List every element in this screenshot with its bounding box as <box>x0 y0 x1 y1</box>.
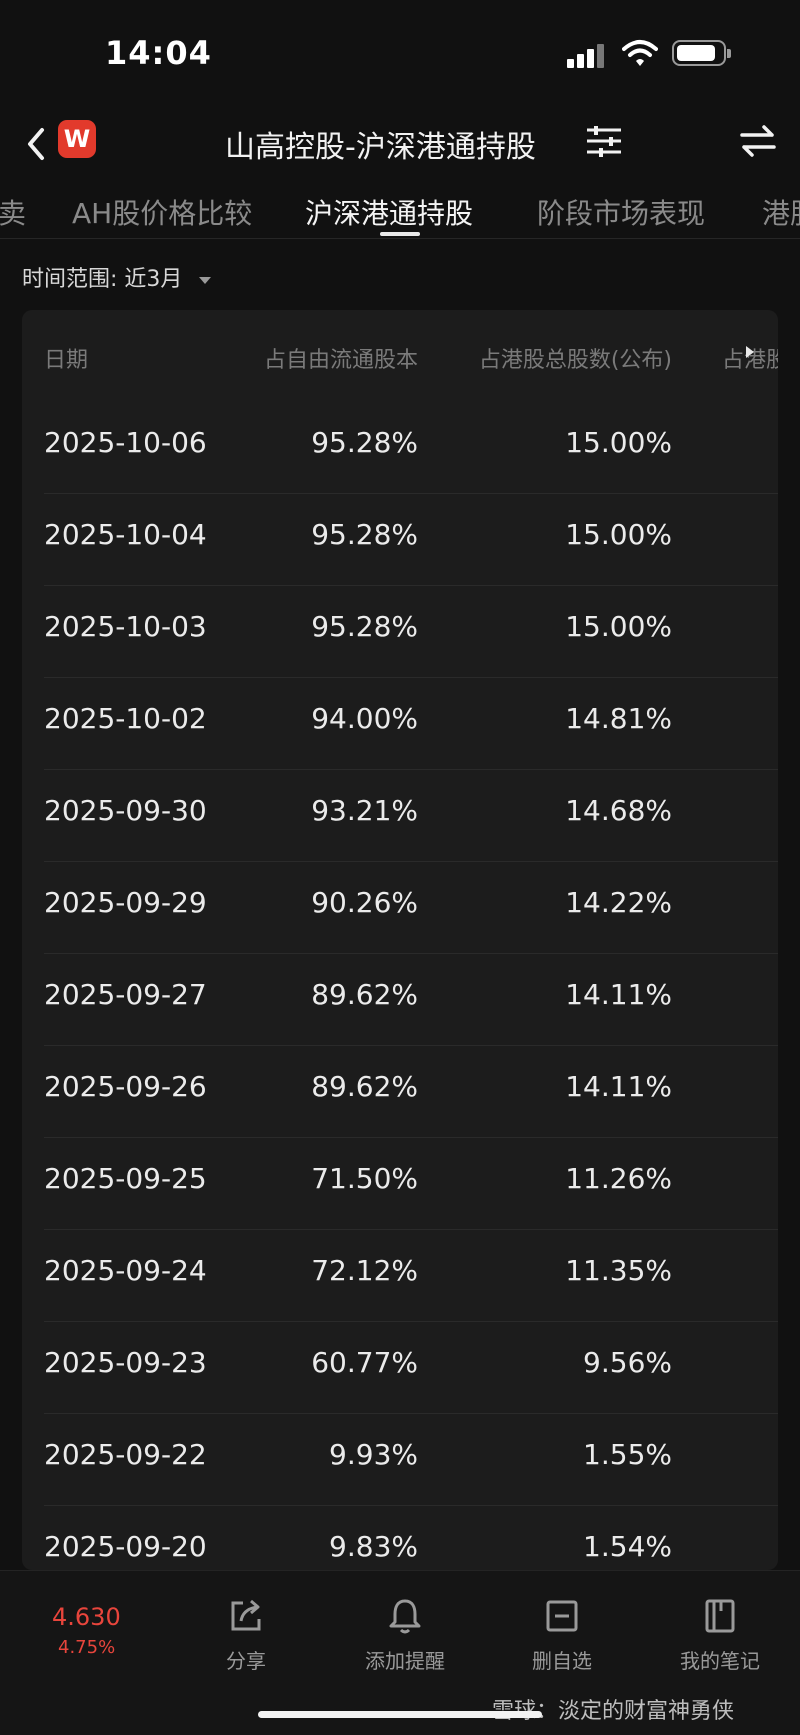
share-icon <box>231 1599 261 1631</box>
table-row[interactable]: 2025-10-06 95.28% 15.00% <box>22 402 778 494</box>
row-free-float-ratio: 95.28% <box>311 426 418 459</box>
status-time: 14:04 <box>105 34 212 72</box>
row-date: 2025-09-27 <box>44 978 207 1011</box>
row-free-float-ratio: 94.00% <box>311 702 418 735</box>
table-row[interactable]: 2025-10-02 94.00% 14.81% <box>22 678 778 770</box>
header-date[interactable]: 日期 <box>44 342 88 374</box>
page-title: 山高控股-沪深港通持股 <box>225 130 536 165</box>
row-hk-share-ratio: 15.00% <box>565 518 672 551</box>
table-row[interactable]: 2025-09-23 60.77% 9.56% <box>22 1322 778 1414</box>
row-date: 2025-10-04 <box>44 518 207 551</box>
time-range-selector[interactable]: 时间范围: 近3月 <box>22 261 212 293</box>
row-hk-share-ratio: 14.11% <box>565 1070 672 1103</box>
row-hk-share-ratio: 15.00% <box>565 610 672 643</box>
tab-ah-price-comparison[interactable]: AH股价格比较 <box>72 192 252 232</box>
table-row[interactable]: 2025-09-22 9.93% 1.55% <box>22 1414 778 1506</box>
tab-hk-stock[interactable]: 港股 <box>762 192 800 232</box>
table-row[interactable]: 2025-09-27 89.62% 14.11% <box>22 954 778 1046</box>
app-logo: W <box>58 120 96 158</box>
row-free-float-ratio: 60.77% <box>311 1346 418 1379</box>
holdings-table: 日期 占自由流通股本 占港股总股数(公布) 占港股 2025-10-06 95.2… <box>22 310 778 1570</box>
filter-settings-icon[interactable] <box>585 124 623 158</box>
tab-bar: 卖 AH股价格比较 沪深港通持股 阶段市场表现 港股 <box>0 180 800 239</box>
table-body: 2025-10-06 95.28% 15.00% 2025-10-04 95.28% 15… <box>22 402 778 1570</box>
tab-trading[interactable]: 卖 <box>0 192 26 232</box>
table-row[interactable]: 2025-10-03 95.28% 15.00% <box>22 586 778 678</box>
table-row[interactable]: 2025-09-25 71.50% 11.26% <box>22 1138 778 1230</box>
row-free-float-ratio: 95.28% <box>311 610 418 643</box>
time-range-label: 时间范围: <box>22 267 118 292</box>
row-date: 2025-09-30 <box>44 794 207 827</box>
row-hk-share-ratio: 11.26% <box>565 1162 672 1195</box>
add-alert-button[interactable]: 添加提醒 <box>345 1597 465 1674</box>
row-date: 2025-10-06 <box>44 426 207 459</box>
active-tab-indicator <box>380 232 420 236</box>
row-hk-share-ratio: 9.56% <box>583 1346 672 1379</box>
row-free-float-ratio: 90.26% <box>311 886 418 919</box>
remove-watchlist-label: 删自选 <box>532 1649 592 1673</box>
header-free-float-ratio[interactable]: 占自由流通股本 <box>264 342 418 374</box>
row-hk-share-ratio: 14.68% <box>565 794 672 827</box>
tab-period-performance[interactable]: 阶段市场表现 <box>537 192 705 232</box>
row-free-float-ratio: 9.93% <box>329 1438 418 1471</box>
table-row[interactable]: 2025-09-29 90.26% 14.22% <box>22 862 778 954</box>
stock-price[interactable]: 4.630 <box>52 1603 121 1631</box>
row-date: 2025-09-20 <box>44 1530 207 1563</box>
share-label: 分享 <box>226 1649 266 1673</box>
row-hk-share-ratio: 11.35% <box>565 1254 672 1287</box>
row-hk-share-ratio: 14.11% <box>565 978 672 1011</box>
row-date: 2025-10-03 <box>44 610 207 643</box>
row-hk-share-ratio: 14.81% <box>565 702 672 735</box>
row-hk-share-ratio: 1.55% <box>583 1438 672 1471</box>
table-row[interactable]: 2025-09-20 9.83% 1.54% <box>22 1506 778 1570</box>
battery-icon <box>672 40 731 66</box>
my-notes-button[interactable]: 我的笔记 <box>660 1597 780 1674</box>
row-free-float-ratio: 93.21% <box>311 794 418 827</box>
table-header: 日期 占自由流通股本 占港股总股数(公布) 占港股 <box>22 310 778 402</box>
share-button[interactable]: 分享 <box>186 1597 306 1674</box>
wifi-icon <box>622 40 658 66</box>
row-free-float-ratio: 9.83% <box>329 1530 418 1563</box>
home-indicator <box>258 1711 542 1718</box>
caret-down-icon <box>199 276 212 284</box>
row-hk-share-ratio: 14.22% <box>565 886 672 919</box>
row-free-float-ratio: 71.50% <box>311 1162 418 1195</box>
remove-watchlist-icon <box>546 1600 578 1632</box>
row-date: 2025-10-02 <box>44 702 207 735</box>
scroll-right-icon[interactable] <box>746 346 754 358</box>
table-row[interactable]: 2025-09-30 93.21% 14.68% <box>22 770 778 862</box>
row-date: 2025-09-23 <box>44 1346 207 1379</box>
time-range-value: 近3月 <box>124 267 183 292</box>
row-date: 2025-09-29 <box>44 886 207 919</box>
row-date: 2025-09-22 <box>44 1438 207 1471</box>
header-hk-share-ratio[interactable]: 占港股总股数(公布) <box>479 342 672 374</box>
table-row[interactable]: 2025-10-04 95.28% 15.00% <box>22 494 778 586</box>
cellular-signal-icon <box>567 42 607 68</box>
row-hk-share-ratio: 15.00% <box>565 426 672 459</box>
remove-watchlist-button[interactable]: 删自选 <box>502 1597 622 1674</box>
back-icon[interactable] <box>20 124 56 164</box>
row-free-float-ratio: 89.62% <box>311 1070 418 1103</box>
row-free-float-ratio: 72.12% <box>311 1254 418 1287</box>
watermark: 雪球：淡定的财富神勇侠 <box>492 1699 735 1724</box>
row-date: 2025-09-25 <box>44 1162 207 1195</box>
tab-connect-holdings[interactable]: 沪深港通持股 <box>305 192 473 232</box>
price-change-percent: 4.75% <box>58 1637 116 1658</box>
row-date: 2025-09-24 <box>44 1254 207 1287</box>
add-alert-label: 添加提醒 <box>365 1649 445 1673</box>
row-hk-share-ratio: 1.54% <box>583 1530 672 1563</box>
table-row[interactable]: 2025-09-26 89.62% 14.11% <box>22 1046 778 1138</box>
status-bar: 14:04 <box>0 0 800 110</box>
table-row[interactable]: 2025-09-24 72.12% 11.35% <box>22 1230 778 1322</box>
swap-icon[interactable] <box>738 121 778 161</box>
row-free-float-ratio: 95.28% <box>311 518 418 551</box>
row-free-float-ratio: 89.62% <box>311 978 418 1011</box>
bottom-action-bar: 4.630 4.75% 分享 添加提醒 删自选 我的笔记 雪球：淡定的财富神勇侠 <box>0 1570 800 1735</box>
bell-icon <box>389 1599 421 1634</box>
notebook-icon <box>705 1599 735 1633</box>
my-notes-label: 我的笔记 <box>680 1649 760 1673</box>
row-date: 2025-09-26 <box>44 1070 207 1103</box>
